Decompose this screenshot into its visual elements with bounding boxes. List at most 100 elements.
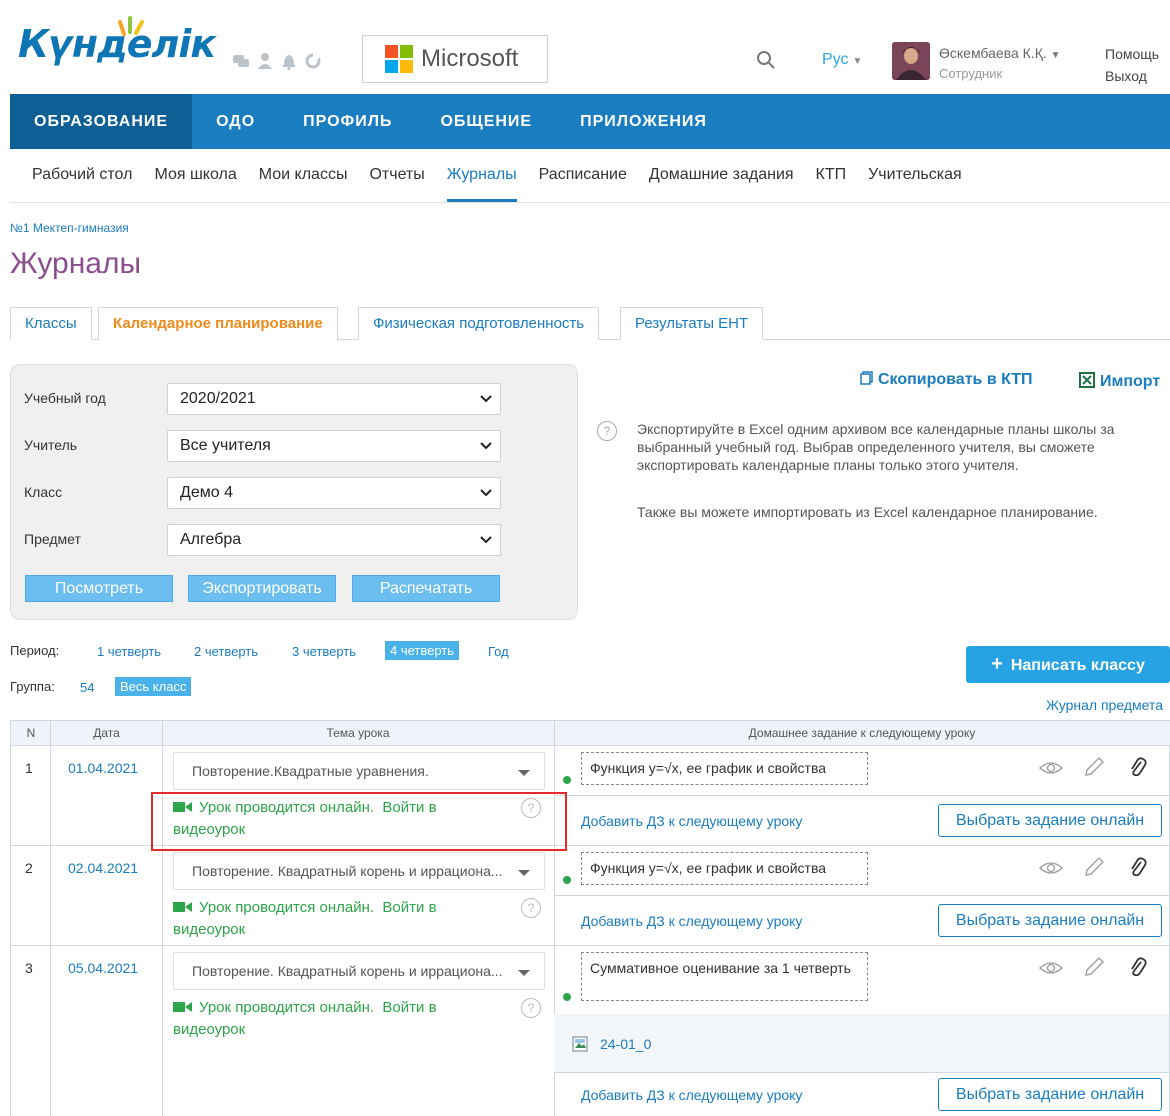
teacher-select[interactable]: Все учителя [167,430,501,462]
period-label: Период: [10,643,60,658]
teacher-label: Учитель [24,437,78,453]
homework-text[interactable]: Суммативное оценивание за 1 четверть [581,952,868,1001]
highlight-box [151,792,567,851]
nav-communication[interactable]: ОБЩЕНИЕ [416,94,556,149]
user-icon[interactable] [256,52,274,70]
col-header-homework: Домашнее задание к следующему уроку [554,720,1170,746]
caret-down-icon [518,870,530,876]
homework-text[interactable]: Функция у=√x, ее график и свойства [581,852,868,885]
lesson-table: N Дата Тема урока Домашнее задание к сле… [10,720,1170,1116]
paperclip-icon[interactable] [1129,757,1147,779]
subnav-staffroom[interactable]: Учительская [868,149,962,202]
eye-icon[interactable] [1039,760,1063,776]
col-header-date: Дата [51,720,162,746]
tab-classes[interactable]: Классы [10,307,92,340]
user-role: Сотрудник [939,66,1003,81]
pencil-icon[interactable] [1083,856,1105,878]
add-homework-link[interactable]: Добавить ДЗ к следующему уроку [581,813,802,829]
subnav-homework[interactable]: Домашние задания [649,149,794,202]
choose-online-task-button[interactable]: Выбрать задание онлайн [938,804,1162,837]
nav-apps[interactable]: ПРИЛОЖЕНИЯ [556,94,731,149]
bell-icon[interactable] [280,52,298,70]
user-name[interactable]: Өскембаева К.Қ. ▼ [939,45,1061,61]
import-link[interactable]: Импорт [1078,371,1160,391]
nav-profile[interactable]: ПРОФИЛЬ [279,94,416,149]
avatar[interactable] [892,42,930,80]
tab-ent-results[interactable]: Результаты ЕНТ [620,307,764,340]
view-button[interactable]: Посмотреть [25,575,173,602]
row-date[interactable]: 02.04.2021 [68,860,138,876]
class-select[interactable]: Демо 4 [167,477,501,509]
subnav-desktop[interactable]: Рабочий стол [32,149,132,202]
help-question-icon[interactable]: ? [521,898,541,918]
topic-select[interactable]: Повторение. Квадратный корень и иррацион… [173,952,545,990]
help-link[interactable]: Помощь [1105,46,1159,62]
excel-icon [1079,372,1095,388]
choose-online-task-button[interactable]: Выбрать задание онлайн [938,904,1162,937]
homework-text[interactable]: Функция у=√x, ее график и свойства [581,752,868,785]
print-button[interactable]: Распечатать [352,575,500,602]
chevron-down-icon [480,489,492,497]
topic-select[interactable]: Повторение.Квадратные уравнения. [173,752,545,790]
group-label: Группа: [10,679,55,694]
choose-online-task-button[interactable]: Выбрать задание онлайн [938,1078,1162,1111]
pencil-icon[interactable] [1083,956,1105,978]
subnav-reports[interactable]: Отчеты [369,149,424,202]
period-q1[interactable]: 1 четверть [97,644,161,659]
row-date[interactable]: 05.04.2021 [68,960,138,976]
online-lesson-notice: Урок проводится онлайн. Войти в видеоуро… [173,999,437,1038]
breadcrumb[interactable]: №1 Мектеп-гимназия [10,221,129,235]
row-number: 1 [25,760,33,776]
logo-rays-icon [118,16,144,36]
copy-to-ktp-link[interactable]: Скопировать в КТП [860,371,1033,389]
period-q4-active[interactable]: 4 четверть [385,641,460,660]
period-year[interactable]: Год [488,644,509,659]
add-homework-link[interactable]: Добавить ДЗ к следующему уроку [581,1087,802,1103]
paperclip-icon[interactable] [1129,957,1147,979]
video-camera-icon [173,902,192,912]
microsoft-banner[interactable]: Microsoft [362,35,548,83]
subnav-journals[interactable]: Журналы [446,149,517,202]
subnav-my-school[interactable]: Моя школа [154,149,236,202]
tab-calendar-planning[interactable]: Календарное планирование [98,307,338,341]
subject-journal-link[interactable]: Журнал предмета [1046,697,1163,713]
write-to-class-button[interactable]: + Написать классу [966,646,1170,683]
subnav-my-classes[interactable]: Мои классы [259,149,348,202]
group-whole-class-active[interactable]: Весь класс [115,677,192,696]
subnav-ktp[interactable]: КТП [816,149,847,202]
chat-icon[interactable] [232,52,250,70]
subject-select[interactable]: Алгебра [167,524,501,556]
language-selector[interactable]: Рус ▼ [822,51,862,69]
eye-icon[interactable] [1039,860,1063,876]
search-icon[interactable] [756,50,776,70]
subnav-schedule[interactable]: Расписание [539,149,627,202]
export-button[interactable]: Экспортировать [188,575,336,602]
period-q2[interactable]: 2 четверть [194,644,258,659]
chevron-down-icon [480,442,492,450]
refresh-icon[interactable] [304,52,322,70]
logout-link[interactable]: Выход [1105,68,1147,84]
nav-education[interactable]: ОБРАЗОВАНИЕ [10,94,193,149]
status-dot [563,993,571,1001]
chevron-down-icon [480,395,492,403]
microsoft-text: Microsoft [421,45,519,72]
pencil-icon[interactable] [1083,756,1105,778]
col-header-topic: Тема урока [162,720,554,746]
caret-down-icon: ▼ [852,56,863,67]
eye-icon[interactable] [1039,960,1063,976]
row-date[interactable]: 01.04.2021 [68,760,138,776]
year-select[interactable]: 2020/2021 [167,383,501,415]
topic-select[interactable]: Повторение. Квадратный корень и иррацион… [173,852,545,890]
logo[interactable]: Күнделік [18,14,216,76]
header-icons [232,52,322,70]
group-54[interactable]: 54 [80,680,94,695]
period-q3[interactable]: 3 четверть [292,644,356,659]
nav-odo[interactable]: ОДО [192,94,279,149]
paperclip-icon[interactable] [1129,857,1147,879]
attachment-file-link[interactable]: 24-01_0 [600,1036,651,1052]
class-label: Класс [24,484,63,500]
tab-physical[interactable]: Физическая подготовленность [358,307,600,340]
status-dot [563,876,571,884]
help-question-icon[interactable]: ? [521,998,541,1018]
add-homework-link[interactable]: Добавить ДЗ к следующему уроку [581,913,802,929]
